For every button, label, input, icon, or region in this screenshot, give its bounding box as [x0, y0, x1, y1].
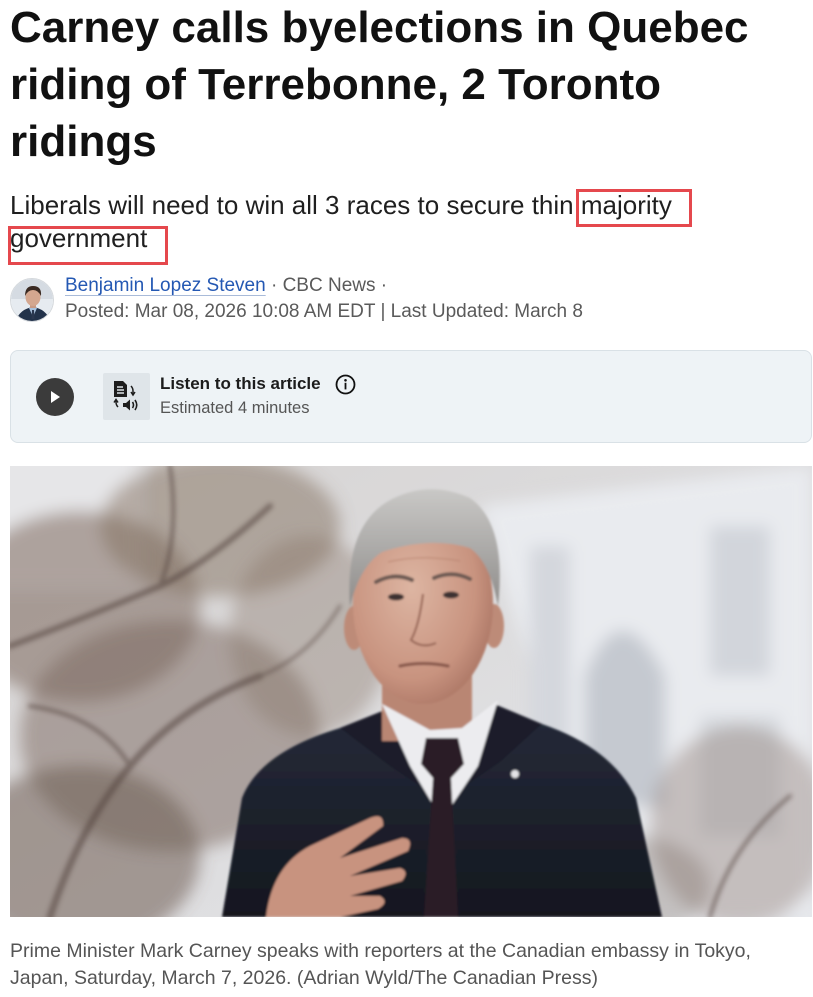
highlighted-word-government: government [10, 223, 148, 253]
audio-text: Listen to this article Estimated 4 minut… [160, 373, 356, 419]
updated-timestamp: Last Updated: March 8 [390, 301, 583, 322]
author-avatar-image [11, 279, 53, 321]
byline-row-author: Benjamin Lopez Steven · CBC News · [65, 273, 583, 299]
author-link[interactable]: Benjamin Lopez Steven [65, 275, 266, 296]
posted-timestamp: Posted: Mar 08, 2026 10:08 AM EDT [65, 301, 376, 322]
info-icon[interactable] [335, 374, 356, 395]
author-avatar[interactable] [10, 278, 54, 322]
article-photo [10, 466, 812, 917]
audio-title-row: Listen to this article [160, 373, 356, 395]
audio-article-tile [103, 373, 150, 420]
photo-caption: Prime Minister Mark Carney speaks with r… [10, 940, 751, 989]
byline-row-timestamps: Posted: Mar 08, 2026 10:08 AM EDT | Last… [65, 299, 583, 325]
audio-player: Listen to this article Estimated 4 minut… [10, 350, 812, 443]
document-audio-icon [113, 381, 138, 411]
byline-outlet: CBC News [282, 275, 376, 296]
audio-title: Listen to this article [160, 374, 321, 393]
play-icon [51, 391, 60, 403]
timestamp-divider: | [380, 301, 386, 322]
article-headline: Carney calls byelections in Quebec ridin… [10, 3, 749, 166]
play-button[interactable] [36, 378, 74, 416]
article-photo-image [10, 466, 812, 917]
byline: Benjamin Lopez Steven · CBC News · Poste… [65, 273, 583, 325]
byline-separator: · [380, 275, 388, 296]
highlighted-word-majority: majority [580, 190, 672, 220]
audio-duration: Estimated 4 minutes [160, 399, 310, 417]
byline-separator: · [270, 275, 278, 296]
subtitle-lead-text: Liberals will need to win all 3 races to… [10, 190, 574, 220]
article-subtitle: Liberals will need to win all 3 races to… [10, 189, 800, 255]
article-page: Carney calls byelections in Quebec ridin… [0, 0, 813, 997]
